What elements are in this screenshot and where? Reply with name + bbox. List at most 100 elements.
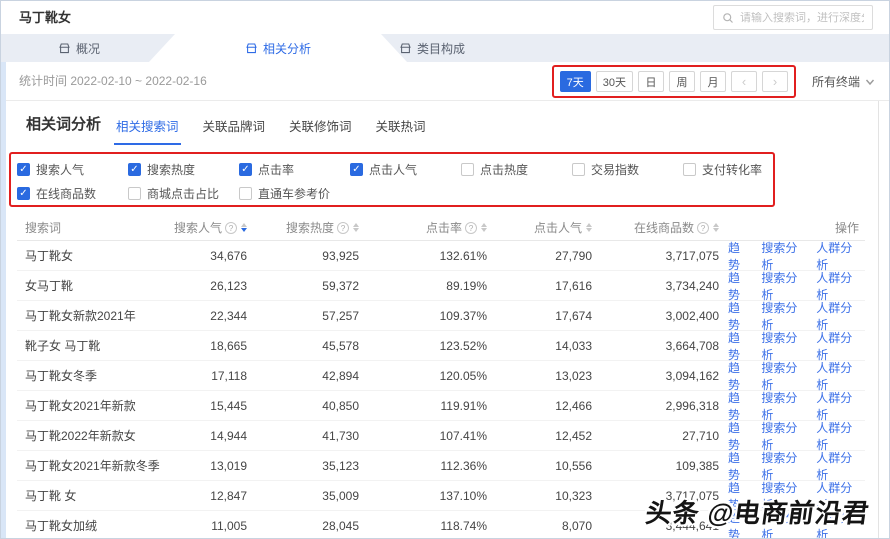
time-button-7d[interactable]: 7天 [559,71,591,92]
cell-ctr: 118.74% [359,519,487,533]
value-text: 10,323 [555,488,592,503]
help-icon[interactable] [337,221,349,234]
metric-label: 点击人气 [369,163,418,177]
section-title: 相关词分析 [26,116,102,133]
unchecked-checkbox-icon [683,163,696,176]
metric-checkbox-ztc-reference-price[interactable]: 直通车参考价 [239,185,350,202]
metric-checkbox-search-heat[interactable]: ✓ 搜索热度 [128,161,239,178]
action-search-analysis[interactable]: 搜索分析 [761,359,804,393]
column-header-click_popularity[interactable]: 点击人气 [487,219,592,236]
action-crowd-analysis[interactable]: 人群分析 [816,299,859,333]
keyword-text: 马丁靴女2021年新款冬季 [25,459,160,473]
column-header-search_popularity[interactable]: 搜索人气 [167,219,247,236]
search-input[interactable] [740,11,864,24]
cell-click_popularity: 10,323 [487,489,592,503]
value-text: 107.41% [439,428,487,443]
value-text: 137.10% [439,488,487,503]
value-text: 41,730 [322,428,359,443]
time-button-day[interactable]: 日 [637,71,664,92]
action-crowd-analysis[interactable]: 人群分析 [816,419,859,453]
column-label: 搜索词 [25,221,62,235]
column-header-ctr[interactable]: 点击率 [359,219,487,236]
help-icon[interactable] [697,221,709,234]
section-tab-related-brand-words[interactable]: 关联品牌词 [203,116,266,145]
metric-checkbox-ctr[interactable]: ✓ 点击率 [239,161,350,178]
cell-keyword: 马丁靴女冬季 [17,367,167,384]
scrollbar-track[interactable] [878,101,879,538]
action-trend[interactable]: 趋势 [728,389,749,423]
value-text: 42,894 [322,368,359,383]
cell-ctr: 112.36% [359,459,487,473]
keyword-search-box[interactable] [713,5,873,30]
action-search-analysis[interactable]: 搜索分析 [761,419,804,453]
action-crowd-analysis[interactable]: 人群分析 [816,239,859,273]
time-button-week[interactable]: 周 [668,71,695,92]
cell-keyword: 马丁靴女2021年新款 [17,397,167,414]
action-trend[interactable]: 趋势 [728,299,749,333]
prev-period-button[interactable]: ‹ [730,71,757,92]
action-trend[interactable]: 趋势 [728,419,749,453]
nav-tab-category-composition[interactable]: 类目构成 [384,34,480,62]
section-tab-related-search-words[interactable]: 相关搜索词 [114,116,181,145]
action-crowd-analysis[interactable]: 人群分析 [816,359,859,393]
action-trend[interactable]: 趋势 [728,359,749,393]
action-search-analysis[interactable]: 搜索分析 [761,299,804,333]
next-period-button[interactable]: › [761,71,788,92]
action-crowd-analysis[interactable]: 人群分析 [816,269,859,303]
keyword-text: 马丁靴女 [25,249,74,263]
keyword-text: 马丁靴2022年新款女 [25,429,136,443]
action-search-analysis[interactable]: 搜索分析 [761,239,804,273]
metric-checkbox-mall-click-ratio[interactable]: 商城点击占比 [128,185,239,202]
terminal-dropdown[interactable]: 所有终端 [812,73,875,90]
help-icon[interactable] [225,221,237,234]
cell-search_popularity: 34,676 [167,249,247,263]
metric-checkbox-transaction-index[interactable]: 交易指数 [572,161,683,178]
page-left-strip [1,62,6,538]
value-text: 17,616 [555,278,592,293]
checked-checkbox-icon: ✓ [128,163,141,176]
help-icon[interactable] [465,221,477,234]
action-search-analysis[interactable]: 搜索分析 [761,269,804,303]
cell-online_products: 2,996,318 [592,399,719,413]
table-header-row: 搜索词 搜索人气 搜索热度 点击率 点击人气 在线商品数 操作 [17,215,865,241]
nav-tab-overview[interactable]: 概况 [39,34,119,62]
action-search-analysis[interactable]: 搜索分析 [761,449,804,483]
action-crowd-analysis[interactable]: 人群分析 [816,329,859,363]
table-row: 马丁靴女新款2021年 22,344 57,257 109.37% 17,674 3,00… [17,299,865,333]
value-text: 12,466 [555,398,592,413]
time-button-month[interactable]: 月 [699,71,726,92]
column-header-search_heat[interactable]: 搜索热度 [247,219,359,236]
action-search-analysis[interactable]: 搜索分析 [761,329,804,363]
action-trend[interactable]: 趋势 [728,239,749,273]
cell-actions: 趋势 搜索分析 人群分析 [719,269,865,303]
metric-checkbox-search-popularity[interactable]: ✓ 搜索人气 [17,161,128,178]
cell-actions: 趋势 搜索分析 人群分析 [719,299,865,333]
value-text: 3,664,708 [665,338,719,353]
action-trend[interactable]: 趋势 [728,269,749,303]
cell-click_popularity: 17,616 [487,279,592,293]
action-crowd-analysis[interactable]: 人群分析 [816,389,859,423]
cell-ctr: 119.91% [359,399,487,413]
statistics-period-label: 统计时间 2022-02-10 ~ 2022-02-16 [19,74,207,88]
section-tab-related-modifier-words[interactable]: 关联修饰词 [289,116,352,145]
action-trend[interactable]: 趋势 [728,329,749,363]
cell-click_popularity: 17,674 [487,309,592,323]
action-search-analysis[interactable]: 搜索分析 [761,389,804,423]
metric-checkbox-click-heat[interactable]: 点击热度 [461,161,572,178]
section-tab-related-hot-words[interactable]: 关联热词 [376,116,426,145]
nav-tab-related-analysis[interactable]: 相关分析 [149,34,407,62]
metric-checkbox-click-popularity[interactable]: ✓ 点击人气 [350,161,461,178]
value-text: 3,717,075 [665,248,719,263]
terminal-dropdown-label: 所有终端 [811,75,860,89]
table-row: 马丁靴女2021年新款 15,445 40,850 119.91% 12,466 2,99… [17,389,865,423]
column-header-online_products[interactable]: 在线商品数 [592,219,719,236]
metric-checkbox-online-products[interactable]: ✓ 在线商品数 [17,185,128,202]
checked-checkbox-icon: ✓ [17,163,30,176]
value-text: 13,019 [210,458,247,473]
action-crowd-analysis[interactable]: 人群分析 [816,449,859,483]
time-button-30d[interactable]: 30天 [595,71,633,92]
column-label: 点击人气 [533,221,582,235]
metric-checkbox-payment-conversion[interactable]: 支付转化率 [683,161,794,178]
action-trend[interactable]: 趋势 [728,449,749,483]
cell-actions: 趋势 搜索分析 人群分析 [719,449,865,483]
